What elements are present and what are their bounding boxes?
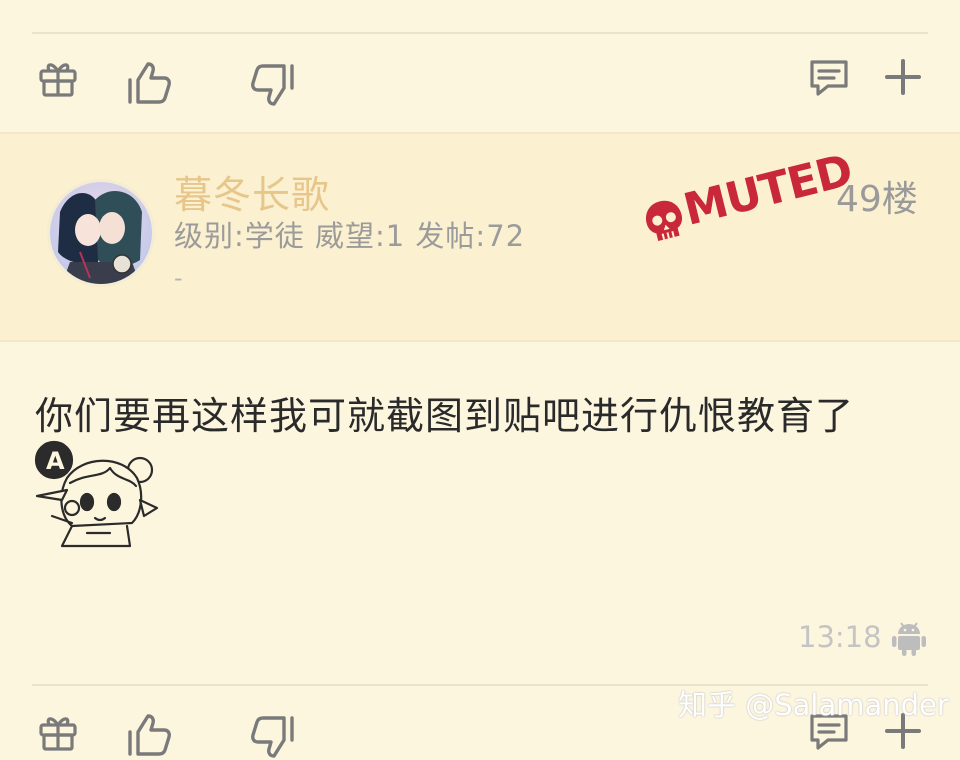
thumbs-up-icon[interactable] <box>126 60 172 106</box>
post-content: 你们要再这样我可就截图到贴吧进行仇恨教育了 <box>35 394 855 438</box>
thumbs-down-icon[interactable] <box>250 714 296 760</box>
floor-number: 49楼 <box>836 179 918 220</box>
user-signature: - <box>174 264 183 292</box>
username[interactable]: 暮冬长歌 <box>174 164 330 219</box>
gift-icon[interactable] <box>38 712 78 752</box>
chibi-sticker-image: A <box>32 438 162 553</box>
user-avatar[interactable] <box>47 179 155 287</box>
android-icon <box>892 620 926 656</box>
post-time: 13:18 <box>798 620 882 654</box>
plus-icon[interactable] <box>884 58 922 96</box>
thumbs-up-icon[interactable] <box>126 712 172 758</box>
top-divider <box>32 32 928 34</box>
thumbs-down-icon[interactable] <box>250 62 296 108</box>
svg-text:A: A <box>46 447 65 475</box>
gift-icon[interactable] <box>38 58 78 98</box>
user-meta: 级别:学徒 威望:1 发帖:72 <box>174 219 526 253</box>
comment-icon[interactable] <box>808 58 850 98</box>
zhihu-watermark: 知乎 @Salamander <box>678 688 949 722</box>
